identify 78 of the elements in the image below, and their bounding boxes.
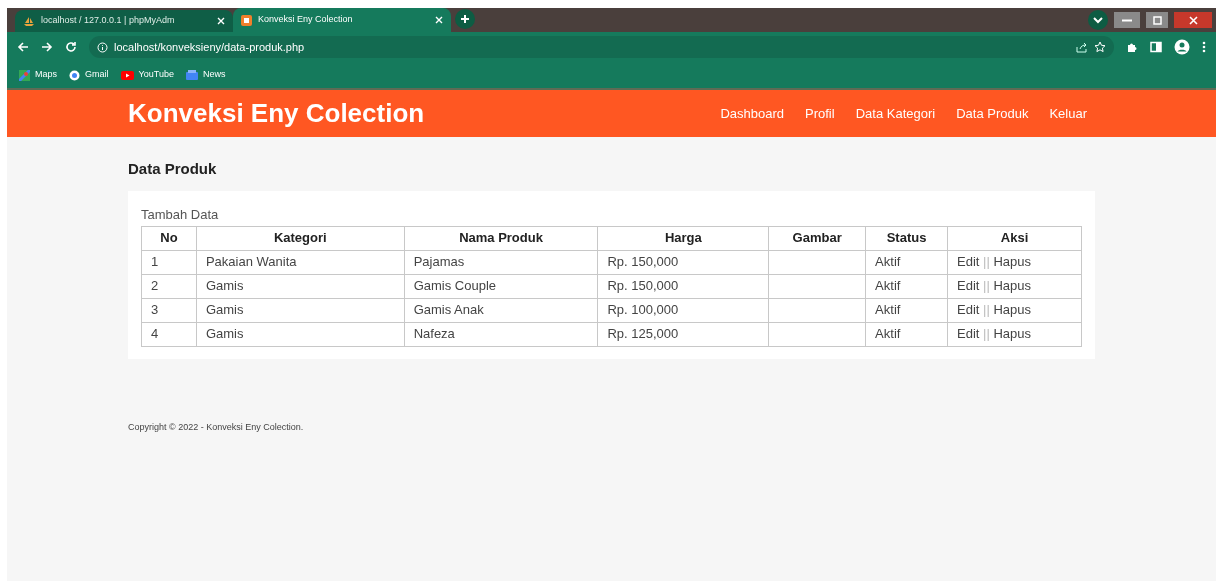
table-cell: Aktif xyxy=(865,322,948,346)
page-title: Data Produk xyxy=(128,159,218,179)
table-cell: Rp. 125,000 xyxy=(597,322,769,346)
browser-tab[interactable]: localhost / 127.0.0.1 | phpMyAdm xyxy=(15,10,233,32)
table-cell: 2 xyxy=(141,274,197,298)
delete-link[interactable]: Hapus xyxy=(993,278,1032,294)
maximize-button[interactable] xyxy=(1146,12,1168,28)
column-header: Status xyxy=(865,226,948,250)
newspaper-icon xyxy=(185,70,198,80)
column-header: Harga xyxy=(597,226,769,250)
table-cell: Rp. 150,000 xyxy=(597,274,769,298)
tab-search-button[interactable] xyxy=(1088,10,1108,30)
share-icon[interactable] xyxy=(1076,41,1088,53)
bookmark-link[interactable]: Gmail xyxy=(85,68,109,82)
column-header: Nama Produk xyxy=(404,226,598,250)
bookmark-link[interactable]: News xyxy=(202,68,226,82)
close-icon[interactable] xyxy=(435,16,443,24)
new-tab-button[interactable] xyxy=(455,9,475,29)
column-header: Kategori xyxy=(196,226,405,250)
maximize-icon xyxy=(1152,15,1162,25)
sailboat-icon xyxy=(23,16,35,26)
map-pin-icon xyxy=(19,69,30,81)
table-cell: Gamis xyxy=(196,274,405,298)
table-cell: Gamis xyxy=(196,298,405,322)
table-cell: Rp. 100,000 xyxy=(597,298,769,322)
minimize-icon xyxy=(1122,18,1132,22)
circle-logo-icon xyxy=(69,69,80,81)
edit-link[interactable]: Edit xyxy=(957,326,980,342)
column-header: No xyxy=(141,226,197,250)
table-cell: Gamis xyxy=(196,322,405,346)
puzzle-icon[interactable] xyxy=(1126,41,1138,53)
close-icon[interactable] xyxy=(217,17,225,25)
chevron-down-icon xyxy=(1093,16,1103,24)
side-panel-icon[interactable] xyxy=(1150,41,1162,53)
table-cell: Pakaian Wanita xyxy=(196,250,405,274)
reload-icon[interactable] xyxy=(65,41,77,53)
table-cell: Rp. 150,000 xyxy=(597,250,769,274)
delete-link[interactable]: Hapus xyxy=(993,254,1032,270)
menu-icon[interactable] xyxy=(1202,41,1206,53)
edit-link[interactable]: Edit xyxy=(957,278,980,294)
add-data-link[interactable]: Tambah Data xyxy=(141,206,219,222)
bookmark-link[interactable]: YouTube xyxy=(138,68,174,82)
separator: || xyxy=(983,302,990,318)
table-cell: 4 xyxy=(141,322,197,346)
star-icon[interactable] xyxy=(1094,41,1106,53)
column-header: Aksi xyxy=(947,226,1082,250)
bookmark-link[interactable]: Maps xyxy=(35,68,57,82)
delete-link[interactable]: Hapus xyxy=(993,302,1032,318)
info-icon xyxy=(97,41,108,53)
table-cell: 1 xyxy=(141,250,197,274)
separator: || xyxy=(983,326,990,342)
table-cell: Nafeza xyxy=(404,322,598,346)
browser-tab[interactable]: Konveksi Eny Colection xyxy=(233,8,451,32)
table-cell: Aktif xyxy=(865,274,948,298)
copyright-text: Copyright © 2022 - Konveksi Eny Colection. xyxy=(128,420,305,434)
separator: || xyxy=(983,278,990,294)
plus-icon xyxy=(460,14,470,24)
url-text: localhost/konveksieny/data-produk.php xyxy=(114,39,305,55)
address-bar[interactable]: localhost/konveksieny/data-produk.php xyxy=(89,36,1114,58)
table-cell: Pajamas xyxy=(404,250,598,274)
forward-icon[interactable] xyxy=(41,41,53,53)
separator: || xyxy=(983,254,990,270)
profile-icon[interactable] xyxy=(1174,39,1190,55)
table-cell: Aktif xyxy=(865,298,948,322)
back-icon[interactable] xyxy=(17,41,29,53)
table-cell: Gamis Anak xyxy=(404,298,598,322)
edit-link[interactable]: Edit xyxy=(957,302,980,318)
column-header: Gambar xyxy=(768,226,866,250)
table-cell: Gamis Couple xyxy=(404,274,598,298)
close-button[interactable] xyxy=(1174,12,1212,28)
table-cell: Aktif xyxy=(865,250,948,274)
minimize-button[interactable] xyxy=(1114,12,1140,28)
table-cell: 3 xyxy=(141,298,197,322)
play-icon xyxy=(120,70,134,80)
favicon-icon xyxy=(241,14,252,26)
close-icon xyxy=(1188,15,1198,25)
delete-link[interactable]: Hapus xyxy=(993,326,1032,342)
edit-link[interactable]: Edit xyxy=(957,254,980,270)
